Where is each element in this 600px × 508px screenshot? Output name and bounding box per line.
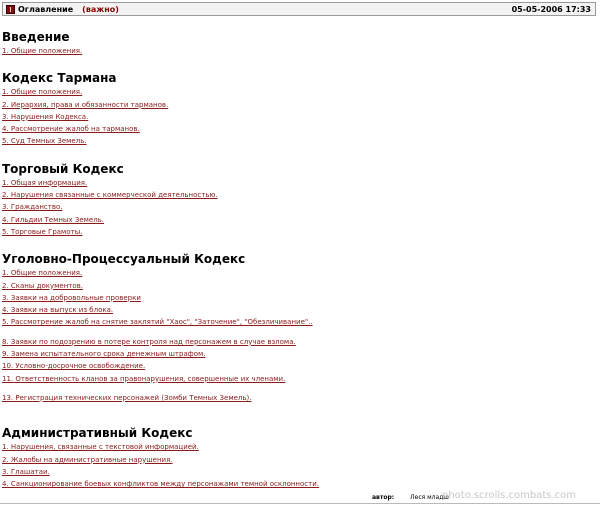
bottom-divider	[0, 503, 600, 504]
toc-link[interactable]: 3. Гражданство.	[2, 201, 592, 213]
section-links-criminal-code: 1. Общие положения. 2. Сканы документов.…	[2, 267, 592, 404]
page-title: Оглавление	[18, 4, 74, 14]
toc-link[interactable]: 4. Гильдии Темных Земель.	[2, 214, 592, 226]
toc-link[interactable]: 1. Общие положения.	[2, 267, 592, 279]
toc-link[interactable]: 4. Санкционирование боевых конфликтов ме…	[2, 478, 592, 490]
toc-link[interactable]: 8. Заявки по подозрению в потере контрол…	[2, 336, 592, 348]
toc-link[interactable]: 5. Торговые Грамоты.	[2, 226, 592, 238]
section-title-tarman-code: Кодекс Тармана	[2, 71, 117, 86]
section-links-administrative-code: 1. Нарушения, связанные с текстовой инфо…	[2, 441, 592, 490]
section-title-trade-code: Торговый Кодекс	[2, 161, 124, 176]
toc-link[interactable]: 4. Рассмотрение жалоб на тарманов.	[2, 123, 592, 135]
toc-link[interactable]: 1. Общие положения.	[2, 86, 592, 98]
section-links-trade-code: 1. Общая информация. 2. Нарушения связан…	[2, 177, 592, 238]
toc-link[interactable]: 5. Рассмотрение жалоб на снятие заклятий…	[2, 316, 592, 328]
important-note: (важно)	[82, 4, 119, 14]
toc-link[interactable]: 11. Ответственность кланов за правонаруш…	[2, 373, 592, 385]
toc-link[interactable]: 3. Заявки на добровольные проверки	[2, 292, 592, 304]
toc-link[interactable]: 1. Общая информация.	[2, 177, 592, 189]
timestamp: 05-05-2006 17:33	[511, 4, 591, 14]
section-title-administrative-code: Административный Кодекс	[2, 426, 193, 441]
toc-link[interactable]: 13. Регистрация технических персонажей (…	[2, 392, 592, 404]
toc-link[interactable]: 1. Общие положения.	[2, 45, 592, 57]
author-footer: автор: Леся младш	[372, 492, 449, 502]
toc-header-bar: Оглавление (важно) 05-05-2006 17:33	[2, 2, 596, 16]
toc-link[interactable]: 9. Замена испытательного срока денежным …	[2, 348, 592, 360]
author-label: автор:	[372, 493, 395, 501]
site-watermark: photo.scrolls.combats.com	[442, 490, 577, 501]
toc-link[interactable]: 1. Нарушения, связанные с текстовой инфо…	[2, 441, 592, 453]
toc-content: Введение 1. Общие положения. Кодекс Тарм…	[2, 30, 592, 490]
toc-link[interactable]: 3. Нарушения Кодекса.	[2, 111, 592, 123]
toc-link[interactable]: 3. Глашатаи.	[2, 466, 592, 478]
toc-link[interactable]: 2. Иерархия, права и обязанности тармано…	[2, 99, 592, 111]
section-title-criminal-code: Уголовно-Процессуальный Кодекс	[2, 252, 246, 267]
toc-link[interactable]: 4. Заявки на выпуск из блока.	[2, 304, 592, 316]
section-links-introduction: 1. Общие положения.	[2, 45, 592, 57]
book-icon	[6, 4, 15, 14]
section-title-introduction: Введение	[2, 30, 70, 44]
toc-link[interactable]: 10. Условно-досрочное освобождение.	[2, 360, 592, 372]
toc-link[interactable]: 5. Суд Темных Земель.	[2, 135, 592, 147]
header-left: Оглавление (важно)	[6, 4, 119, 14]
toc-link[interactable]: 2. Жалобы на административные нарушения.	[2, 454, 592, 466]
toc-link[interactable]: 2. Сканы документов.	[2, 280, 592, 292]
toc-link[interactable]: 2. Нарушения связанные с коммерческой де…	[2, 189, 592, 201]
section-links-tarman-code: 1. Общие положения. 2. Иерархия, права и…	[2, 86, 592, 147]
